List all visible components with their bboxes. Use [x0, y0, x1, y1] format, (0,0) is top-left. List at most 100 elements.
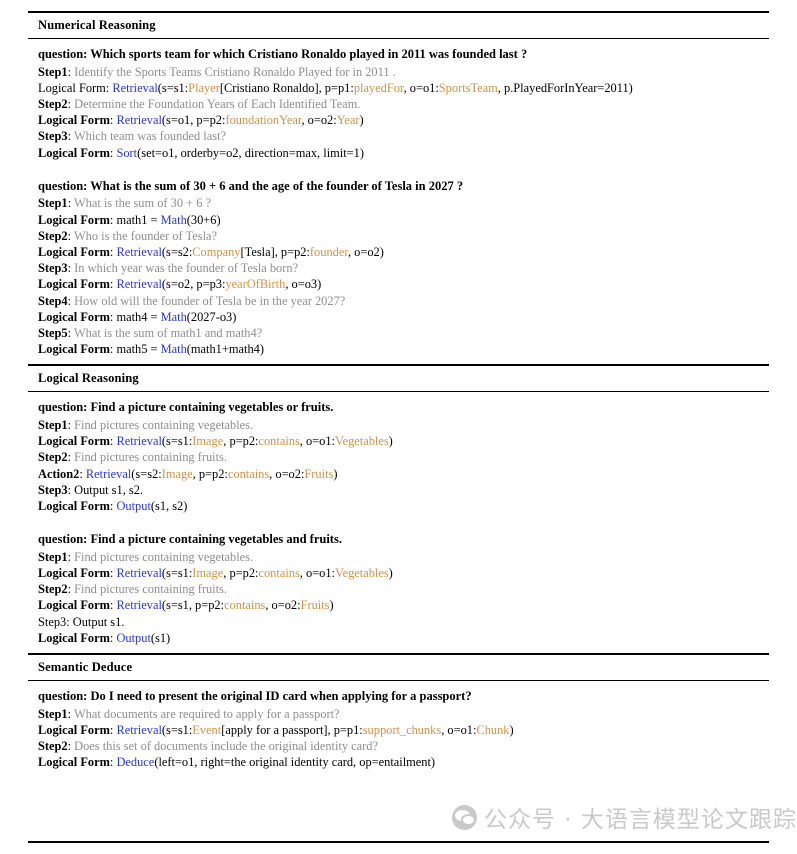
plain-token: [Cristiano Ronaldo], p=p1: [219, 80, 354, 95]
logical-form-line: Logical Form: math5 = Math(math1+math4) [38, 341, 769, 357]
line-label: Logical Form [38, 245, 110, 260]
plain-token: , p.PlayedForInYear=2011) [497, 80, 633, 95]
step-description: What documents are required to apply for… [73, 706, 340, 721]
plain-token: (s1) [150, 630, 171, 645]
plain-token: math5 = [116, 342, 161, 357]
type-token: Chunk [476, 722, 510, 737]
logical-form-line: Logical Form: Deduce(left=o1, right=the … [38, 754, 769, 770]
reasoning-step-line: Step2: Find pictures containing fruits. [38, 581, 769, 597]
line-label: Logical Form [38, 598, 110, 613]
plain-token: , o=o1: [299, 434, 335, 449]
plain-token: math1 = [116, 212, 161, 227]
operator-token: Sort [116, 145, 138, 160]
type-token: contains [224, 598, 266, 613]
operator-token: Retrieval [116, 434, 162, 449]
example-question: question: Find a picture containing vege… [38, 400, 334, 415]
logical-form-line: Logical Form: Retrieval(s=s1:Player[Cris… [38, 80, 769, 96]
example-entry: question: Do I need to present the origi… [38, 688, 769, 770]
reasoning-step-line: Step1: Find pictures containing vegetabl… [38, 417, 769, 433]
watermark-text: 公众号 · 大语言模型论文跟踪 [484, 807, 797, 833]
wechat-official-account-icon [452, 804, 477, 830]
type-token: SportsTeam [438, 80, 498, 95]
example-question: question: Find a picture containing vege… [38, 532, 342, 547]
type-token: foundationYear [225, 113, 302, 128]
line-label: Logical Form [38, 342, 110, 357]
step-description: In which year was the founder of Tesla b… [74, 261, 299, 276]
type-token: Vegetables [335, 566, 389, 581]
reasoning-step-line: Step1: Identify the Sports Teams Cristia… [38, 64, 769, 80]
line-label: Logical Form [38, 755, 110, 770]
plain-token: ) [333, 466, 338, 481]
plain-token: (s=s1: [161, 566, 193, 581]
reasoning-step-line: Step1: Find pictures containing vegetabl… [38, 549, 769, 565]
line-label: Step2 [38, 97, 68, 111]
reasoning-step-line: Step2: Determine the Foundation Years of… [38, 96, 769, 112]
plain-token: (s=s1: [161, 434, 193, 449]
operator-token: Output [116, 499, 151, 514]
line-label: Step2 [38, 450, 68, 465]
step-description: Who is the founder of Tesla? [73, 228, 218, 243]
section-heading: Logical Reasoning [38, 371, 139, 386]
plain-token: Output s1. [72, 614, 125, 629]
operator-token: Retrieval [116, 113, 162, 128]
example-question: question: Which sports team for which Cr… [38, 47, 528, 61]
plain-token: , p=p2: [192, 466, 228, 481]
operator-token: Retrieval [116, 598, 162, 613]
logical-form-line: Logical Form: Retrieval(s=o2, p=p3:yearO… [38, 276, 769, 292]
step-description: Does this set of documents include the o… [74, 739, 378, 754]
plain-token: (set=o1, orderby=o2, direction=max, limi… [137, 145, 364, 160]
logical-form-line: Step3: Output s1, s2. [38, 482, 769, 498]
logical-form-line: Logical Form: Retrieval(s=o1, p=p2:found… [38, 112, 769, 128]
line-label: Logical Form [38, 145, 110, 160]
type-token: contains [227, 466, 270, 481]
logical-form-line: Logical Form: Retrieval(s=s1, p=p2:conta… [38, 597, 769, 613]
type-token: Image [161, 466, 193, 481]
operator-token: Retrieval [85, 466, 132, 481]
operator-token: Retrieval [116, 566, 162, 581]
line-label: Logical Form [38, 434, 110, 449]
step-description: Find pictures containing fruits. [74, 582, 227, 597]
step-description: How old will the founder of Tesla be in … [74, 293, 346, 308]
line-label: Step3 [38, 614, 67, 629]
line-label: Logical Form [38, 212, 110, 227]
plain-token: , o=o2: [269, 466, 305, 481]
line-label: Step1 [38, 549, 68, 564]
section-heading: Semantic Deduce [38, 660, 133, 675]
type-token: Player [188, 80, 220, 95]
type-token: founder [309, 245, 348, 260]
plain-token: ) [359, 113, 364, 128]
table-bottom-rule [28, 841, 769, 843]
plain-token: (s=s1: [161, 722, 193, 737]
reasoning-step-line: Step1: What documents are required to ap… [38, 706, 769, 722]
section-body: question: Find a picture containing vege… [28, 392, 769, 653]
type-token: Image [192, 434, 224, 449]
plain-token: , o=o1: [441, 722, 477, 737]
section-body: question: Do I need to present the origi… [28, 681, 769, 777]
example-question: question: Do I need to present the origi… [38, 689, 472, 704]
type-token: contains [258, 566, 300, 581]
logical-form-line: Logical Form: Retrieval(s=s1:Image, p=p2… [38, 433, 769, 449]
line-label: Step3 [38, 129, 68, 144]
line-label: Step1 [38, 64, 68, 79]
type-token: Year [336, 113, 360, 128]
plain-token: , p=p2: [223, 434, 259, 449]
plain-token: Output s1, s2. [74, 482, 144, 497]
operator-token: Math [160, 212, 187, 227]
line-label: Step1 [38, 706, 68, 721]
operator-token: Retrieval [112, 80, 158, 95]
reasoning-step-line: Step3: Which team was founded last? [38, 128, 769, 144]
paper-figure-page: Numerical Reasoning question: Which sport… [0, 0, 797, 854]
reasoning-step-line: Step4: How old will the founder of Tesla… [38, 293, 769, 309]
operator-token: Deduce [116, 755, 155, 770]
line-label: Step2 [38, 228, 68, 243]
type-token: Company [192, 245, 241, 260]
operator-token: Output [116, 630, 151, 645]
line-label: Logical Form [38, 309, 110, 324]
plain-token: (s=o1, p=p2: [161, 113, 226, 128]
step-description: Find pictures containing fruits. [74, 450, 227, 465]
logical-form-line: Action2: Retrieval(s=s2:Image, p=p2:cont… [38, 466, 769, 482]
plain-token: (left=o1, right=the original identity ca… [154, 755, 436, 770]
logical-form-line: Logical Form: Sort(set=o1, orderby=o2, d… [38, 145, 769, 161]
plain-token: , o=o2: [301, 113, 337, 128]
plain-token: , o=o1: [299, 566, 335, 581]
